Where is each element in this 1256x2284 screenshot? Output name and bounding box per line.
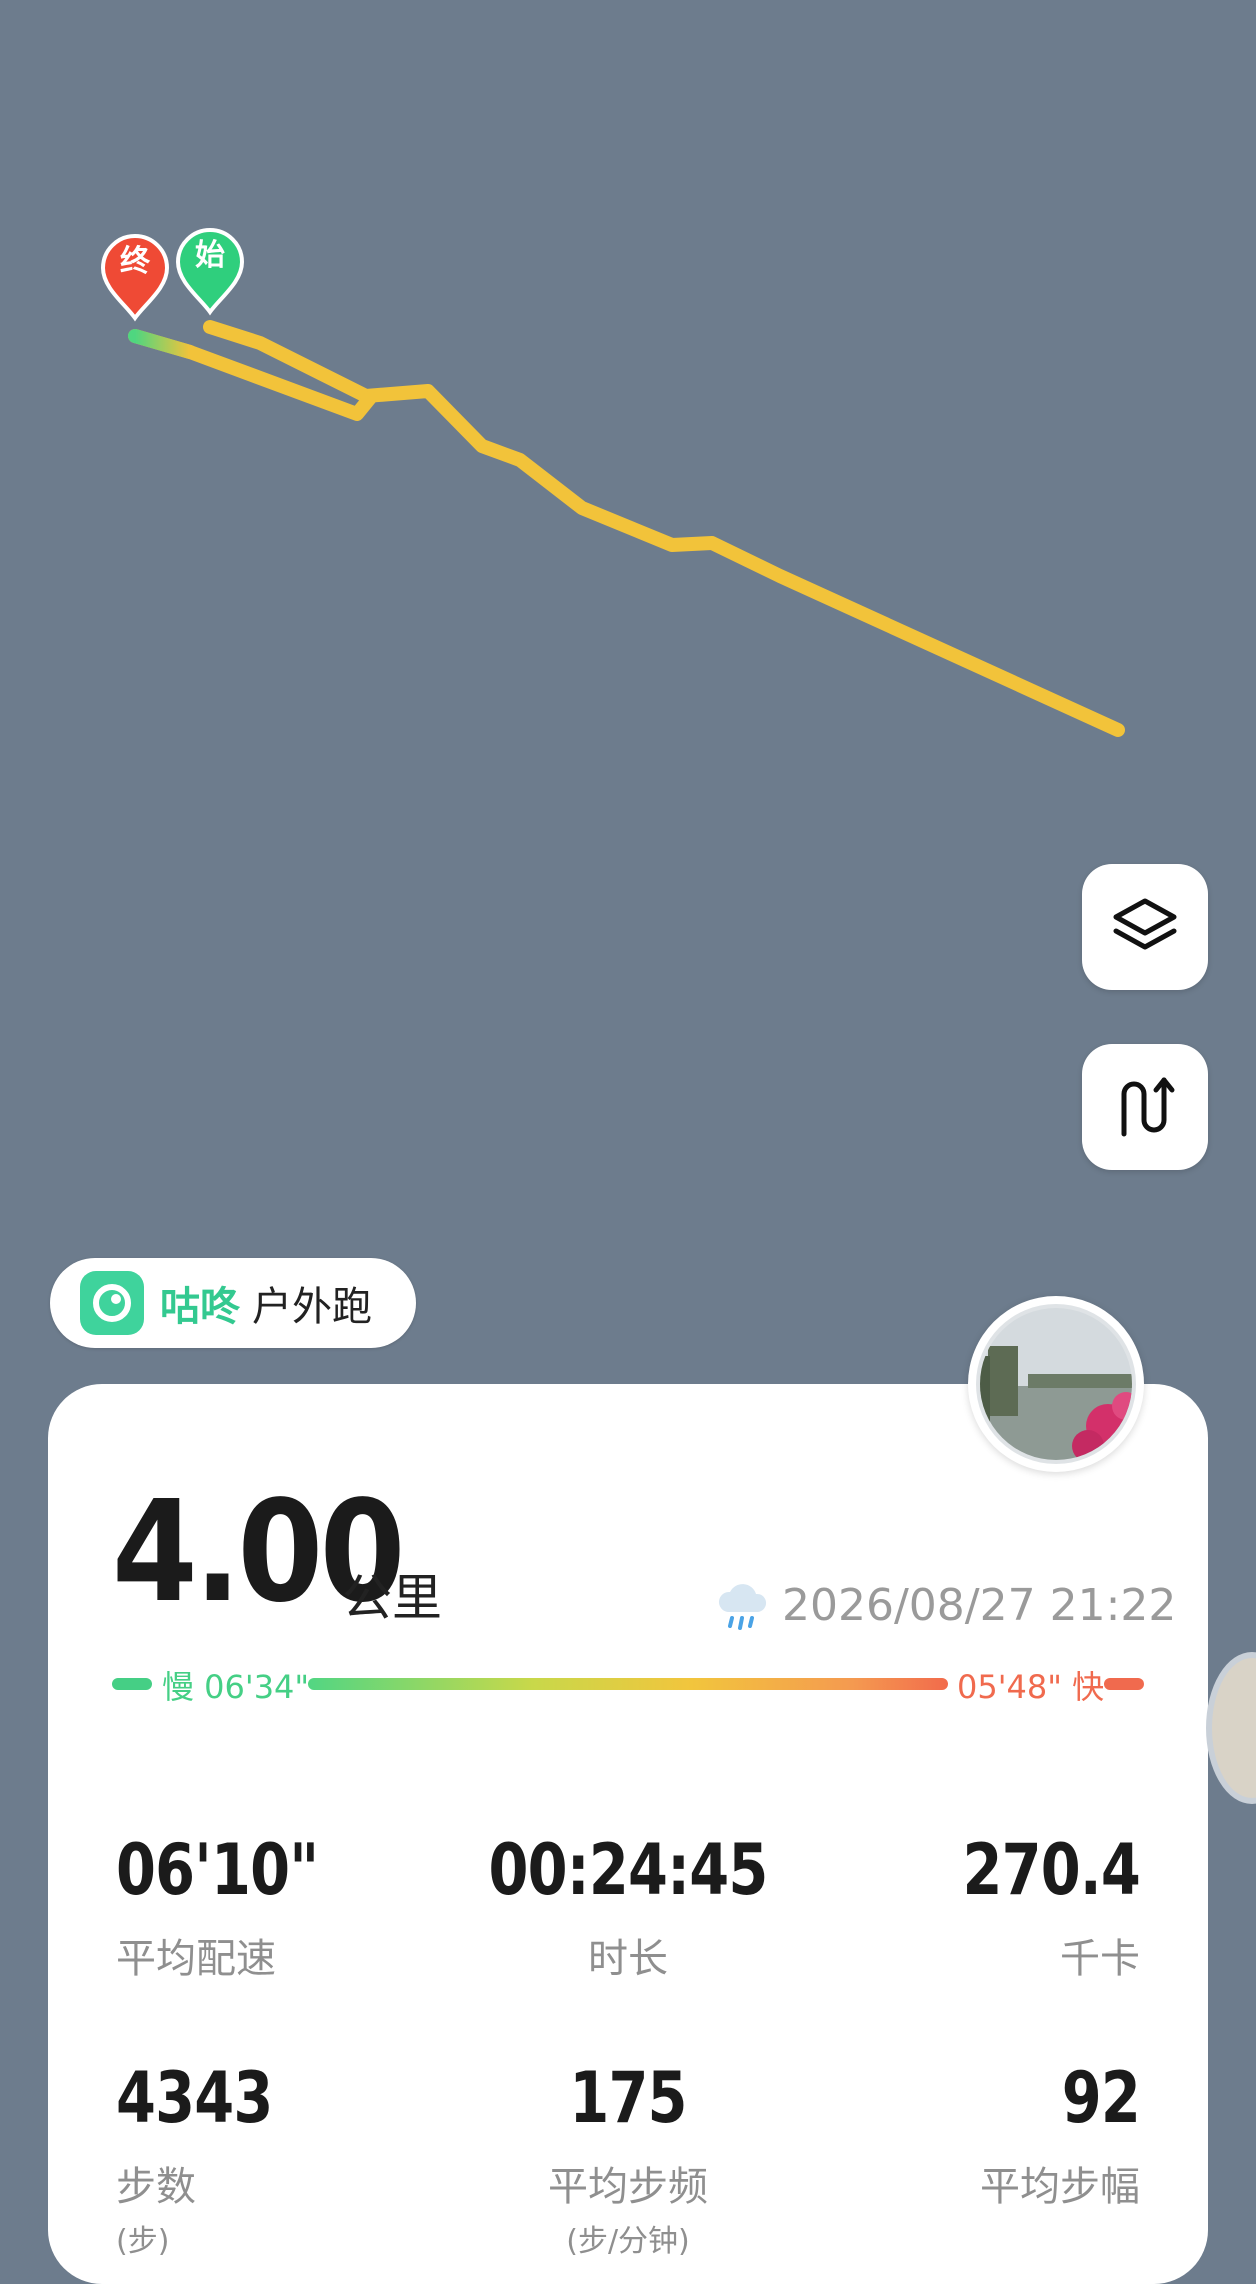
- stat-duration: 00:24:45 时长: [448, 1830, 808, 1984]
- pace-slow-label: 慢 06'34": [162, 1668, 310, 1706]
- pace-slow-cap: [112, 1678, 152, 1690]
- start-marker-label: 始: [195, 238, 225, 273]
- stat-stride: 92 平均步幅: [780, 2057, 1141, 2212]
- stat-unit: (步): [116, 2224, 170, 2259]
- layers-icon: [1113, 898, 1177, 950]
- stat-value: 270.4: [962, 1829, 1141, 1911]
- start-marker: 始: [174, 226, 246, 316]
- stat-label: 步数: [116, 2164, 196, 2210]
- rain-cloud-icon: [718, 1584, 767, 1630]
- end-marker-label: 终: [120, 244, 150, 279]
- route-start-segment: [128, 329, 197, 359]
- pace-range-bar: 慢 06'34" 05'48" 快: [112, 1660, 1144, 1706]
- map-layers-button[interactable]: [1082, 864, 1208, 990]
- stat-calories: 270.4 千卡: [780, 1829, 1141, 1984]
- route-icon: [1121, 1077, 1175, 1137]
- stat-label: 千卡: [1060, 1936, 1140, 1982]
- app-name: 咕咚: [160, 1284, 240, 1330]
- stat-unit: (步/分钟): [566, 2224, 690, 2259]
- app-activity-tag: 咕咚 户外跑: [50, 1258, 416, 1348]
- run-datetime: 2026/08/27 21:22: [782, 1580, 1177, 1631]
- route-replay-button[interactable]: [1082, 1044, 1208, 1170]
- stat-value: 06'10": [116, 1829, 319, 1911]
- pace-fast-label: 05'48" 快: [957, 1668, 1105, 1706]
- floating-avatar[interactable]: [1206, 1652, 1256, 1804]
- stat-label: 时长: [588, 1936, 668, 1982]
- run-photo-thumbnail[interactable]: [968, 1296, 1144, 1472]
- stat-value: 175: [569, 2057, 687, 2139]
- route-path: [203, 320, 1125, 737]
- stat-value: 92: [1061, 2057, 1141, 2139]
- stat-avg-pace: 06'10" 平均配速: [116, 1830, 476, 1984]
- stat-cadence: 175 平均步频 (步/分钟): [448, 2058, 808, 2260]
- pace-fast-cap: [1104, 1678, 1144, 1690]
- route-map[interactable]: [0, 0, 1256, 1400]
- codoon-logo-icon: [80, 1271, 144, 1335]
- pace-gradient: [308, 1678, 948, 1690]
- stat-value: 00:24:45: [488, 1829, 768, 1911]
- stat-label: 平均步频: [548, 2164, 708, 2210]
- distance-unit: 公里: [342, 1569, 442, 1627]
- activity-type: 户外跑: [252, 1284, 372, 1330]
- stat-value: 4343: [116, 2057, 273, 2139]
- stat-label: 平均配速: [116, 1936, 276, 1982]
- end-marker: 终: [99, 232, 171, 322]
- stat-label: 平均步幅: [980, 2164, 1140, 2210]
- stat-steps: 4343 步数 (步): [116, 2058, 476, 2260]
